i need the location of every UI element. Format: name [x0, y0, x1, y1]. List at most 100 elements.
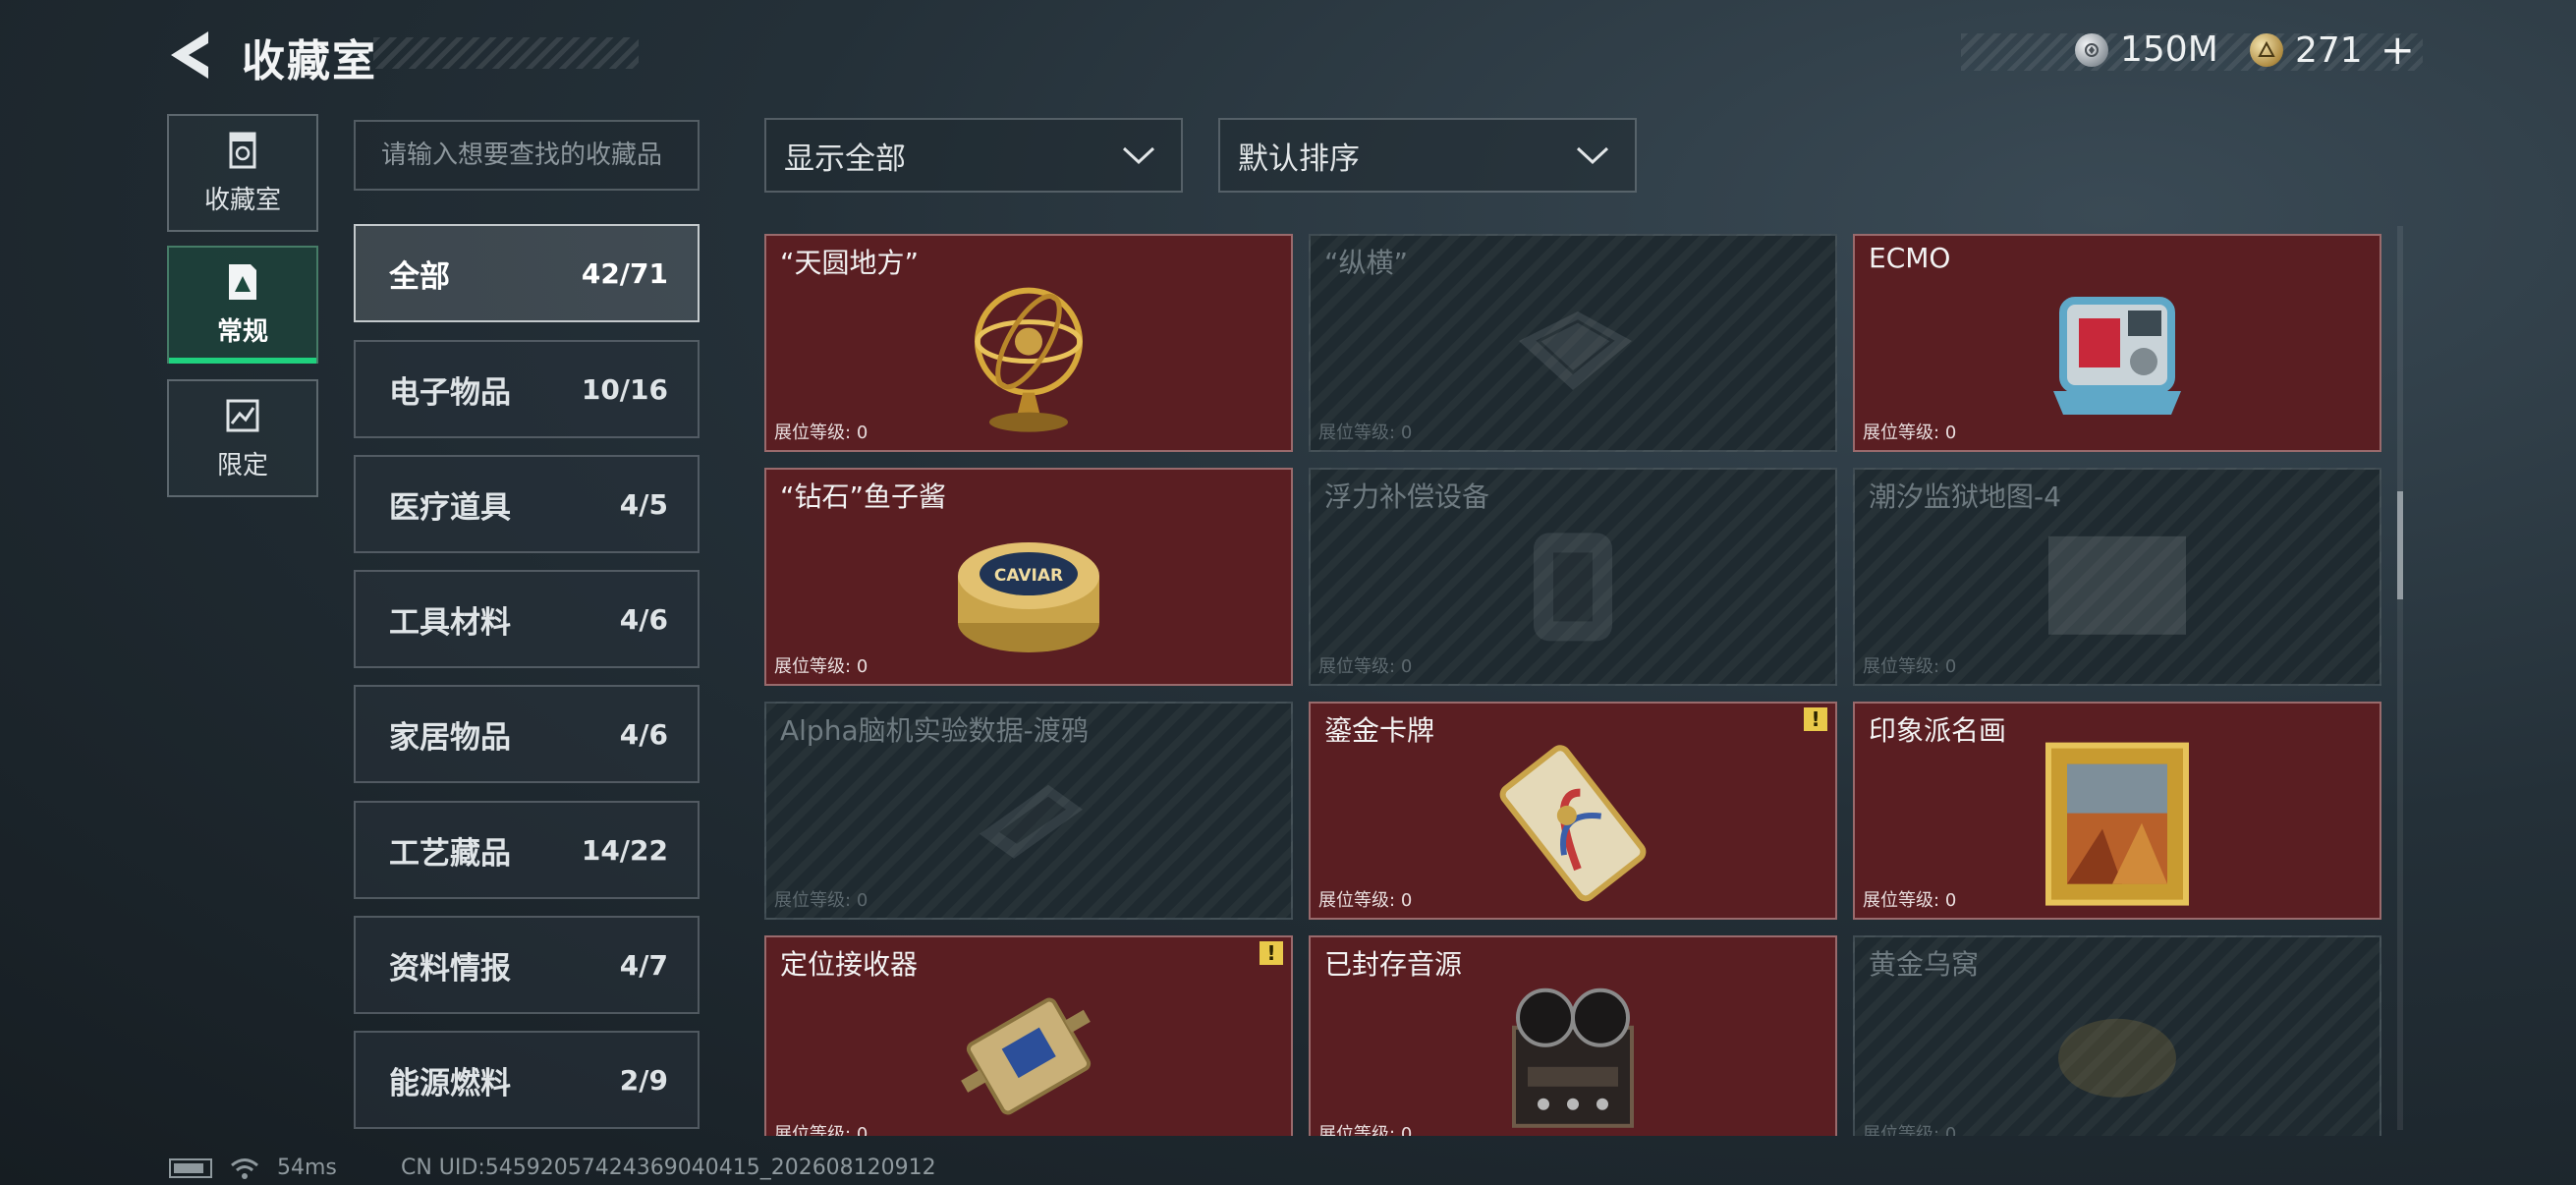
golden-nest-icon: [2058, 1018, 2176, 1098]
category-label: 家居物品: [389, 719, 511, 756]
rail-tab-label: 收藏室: [203, 185, 281, 215]
category-count: 4/5: [619, 487, 668, 521]
category-label: 能源燃料: [389, 1065, 511, 1101]
caviar-tin-icon: CAVIAR: [958, 542, 1099, 652]
collection-card-ecmo[interactable]: ECMO 展位等级: 0: [1853, 234, 2381, 452]
category-count: 4/7: [619, 948, 668, 982]
card-title: 定位接收器: [780, 948, 919, 981]
booth-level: 展位等级: 0: [1863, 656, 1957, 677]
category-household[interactable]: 家居物品 4/6: [354, 685, 700, 783]
booth-level: 展位等级: 0: [1863, 1124, 1957, 1136]
category-count: 4/6: [619, 717, 668, 751]
alert-badge: !: [1804, 707, 1827, 731]
category-label: 全部: [389, 258, 450, 295]
category-all[interactable]: 全部 42/71: [354, 224, 700, 322]
category-electronics[interactable]: 电子物品 10/16: [354, 340, 700, 438]
card-title: 潮汐监狱地图-4: [1869, 480, 2061, 513]
booth-level: 展位等级: 0: [774, 1124, 868, 1136]
category-count: 10/16: [581, 372, 668, 406]
rail-tab-regular[interactable]: 常规: [167, 246, 318, 364]
booth-level: 展位等级: 0: [1318, 423, 1413, 443]
armillary-sphere-icon: [975, 287, 1083, 432]
card-title: 已封存音源: [1324, 948, 1463, 981]
grid-scrollbar-track[interactable]: [2397, 226, 2403, 1130]
category-label: 资料情报: [389, 950, 511, 987]
rail-tab-limited[interactable]: 限定: [167, 379, 318, 497]
title-decoration: [373, 37, 639, 69]
caviar-tin-label: CAVIAR: [994, 566, 1063, 586]
booth-level: 展位等级: 0: [774, 656, 868, 677]
chevron-down-icon: [1122, 146, 1155, 165]
receiver-icon: [961, 997, 1092, 1115]
card-title: ECMO: [1869, 242, 1951, 274]
category-label: 工具材料: [389, 604, 511, 641]
gold-amount: 271: [2295, 29, 2363, 71]
currency-silver: 150M: [2075, 29, 2218, 70]
category-crafts[interactable]: 工艺藏品 14/22: [354, 801, 700, 899]
search-input[interactable]: [354, 120, 700, 191]
booth-level: 展位等级: 0: [1863, 423, 1957, 443]
card-title: 印象派名画: [1869, 714, 2007, 747]
collection-card-buoyancy-device[interactable]: 浮力补偿设备 展位等级: 0: [1309, 468, 1837, 686]
collection-card-golden-nest[interactable]: 黄金乌窝 展位等级: 0: [1853, 935, 2381, 1136]
buoyancy-device-icon: [1534, 533, 1612, 642]
silver-coin-icon: [2075, 32, 2108, 67]
collection-grid: “天圆地方” 展位等级: 0 “纵横” 展位等级: 0 ECMO 展位等级: 0: [764, 232, 2383, 1136]
category-count: 14/22: [581, 833, 668, 867]
collection-card-gilded-card[interactable]: 鎏金卡牌 ! 展位等级: 0: [1309, 702, 1837, 920]
grid-scrollbar-thumb[interactable]: [2397, 491, 2403, 599]
add-currency-button[interactable]: +: [2380, 29, 2415, 71]
currency-gold: 271 +: [2250, 29, 2415, 71]
category-label: 医疗道具: [389, 489, 511, 526]
card-title: 鎏金卡牌: [1324, 714, 1435, 747]
rail-tab-collection-room[interactable]: 收藏室: [167, 114, 318, 232]
regular-collection-icon: [229, 263, 256, 300]
collection-card-positioning-receiver[interactable]: 定位接收器 ! 展位等级: 0: [764, 935, 1293, 1136]
category-count: 4/6: [619, 602, 668, 636]
booth-level: 展位等级: 0: [1863, 890, 1957, 911]
card-title: Alpha脑机实验数据-渡鸦: [780, 714, 1089, 747]
battery-icon: [169, 1157, 212, 1178]
collection-card-tidal-prison-map[interactable]: 潮汐监狱地图-4 展位等级: 0: [1853, 468, 2381, 686]
booth-level: 展位等级: 0: [1318, 656, 1413, 677]
collection-card-alpha-bci-data[interactable]: Alpha脑机实验数据-渡鸦 展位等级: 0: [764, 702, 1293, 920]
booth-level: 展位等级: 0: [1318, 1124, 1413, 1136]
card-title: “钻石”鱼子酱: [780, 480, 947, 513]
booth-level: 展位等级: 0: [774, 890, 868, 911]
category-intel[interactable]: 资料情报 4/7: [354, 916, 700, 1014]
limited-map-icon: [226, 399, 259, 431]
user-uid: CN UID:54592057424369040415_202608120912: [401, 1156, 936, 1180]
card-title: “天圆地方”: [780, 247, 920, 279]
silver-amount: 150M: [2120, 29, 2218, 70]
collection-card-diamond-caviar[interactable]: “钻石”鱼子酱 CAVIAR 展位等级: 0: [764, 468, 1293, 686]
reel-recorder-icon: [1512, 988, 1634, 1128]
category-medical[interactable]: 医疗道具 4/5: [354, 455, 700, 553]
card-title: “纵横”: [1324, 247, 1409, 279]
back-arrow-icon[interactable]: [165, 28, 216, 83]
category-energy[interactable]: 能源燃料 2/9: [354, 1031, 700, 1129]
framed-painting-icon: [2045, 742, 2189, 906]
collection-card-impressionist-painting[interactable]: 印象派名画 展位等级: 0: [1853, 702, 2381, 920]
category-tools[interactable]: 工具材料 4/6: [354, 570, 700, 668]
wifi-icon: [231, 1157, 258, 1179]
sort-dropdown-value: 默认排序: [1238, 141, 1360, 177]
category-label: 电子物品: [389, 374, 511, 411]
rail-tab-label: 常规: [216, 316, 268, 347]
collection-card-sealed-audio[interactable]: 已封存音源 展位等级: 0: [1309, 935, 1837, 1136]
collection-card-tianyuan-difang[interactable]: “天圆地方” 展位等级: 0: [764, 234, 1293, 452]
category-count: 2/9: [619, 1063, 668, 1097]
ping-value: 54ms: [277, 1156, 337, 1180]
booth-level: 展位等级: 0: [774, 423, 868, 443]
filter-dropdown[interactable]: 显示全部: [764, 118, 1183, 193]
card-title: 黄金乌窝: [1869, 948, 1980, 981]
sort-dropdown[interactable]: 默认排序: [1218, 118, 1637, 193]
alert-badge: !: [1260, 941, 1283, 965]
category-count: 42/71: [581, 256, 668, 290]
collection-card-zongheng[interactable]: “纵横” 展位等级: 0: [1309, 234, 1837, 452]
active-tab-indicator: [169, 358, 316, 364]
gold-coin-icon: [2250, 33, 2283, 67]
data-drive-icon: [980, 784, 1083, 859]
rail-tab-label: 限定: [216, 450, 268, 480]
status-bar: 54ms: [169, 1156, 337, 1180]
card-title: 浮力补偿设备: [1324, 480, 1490, 513]
